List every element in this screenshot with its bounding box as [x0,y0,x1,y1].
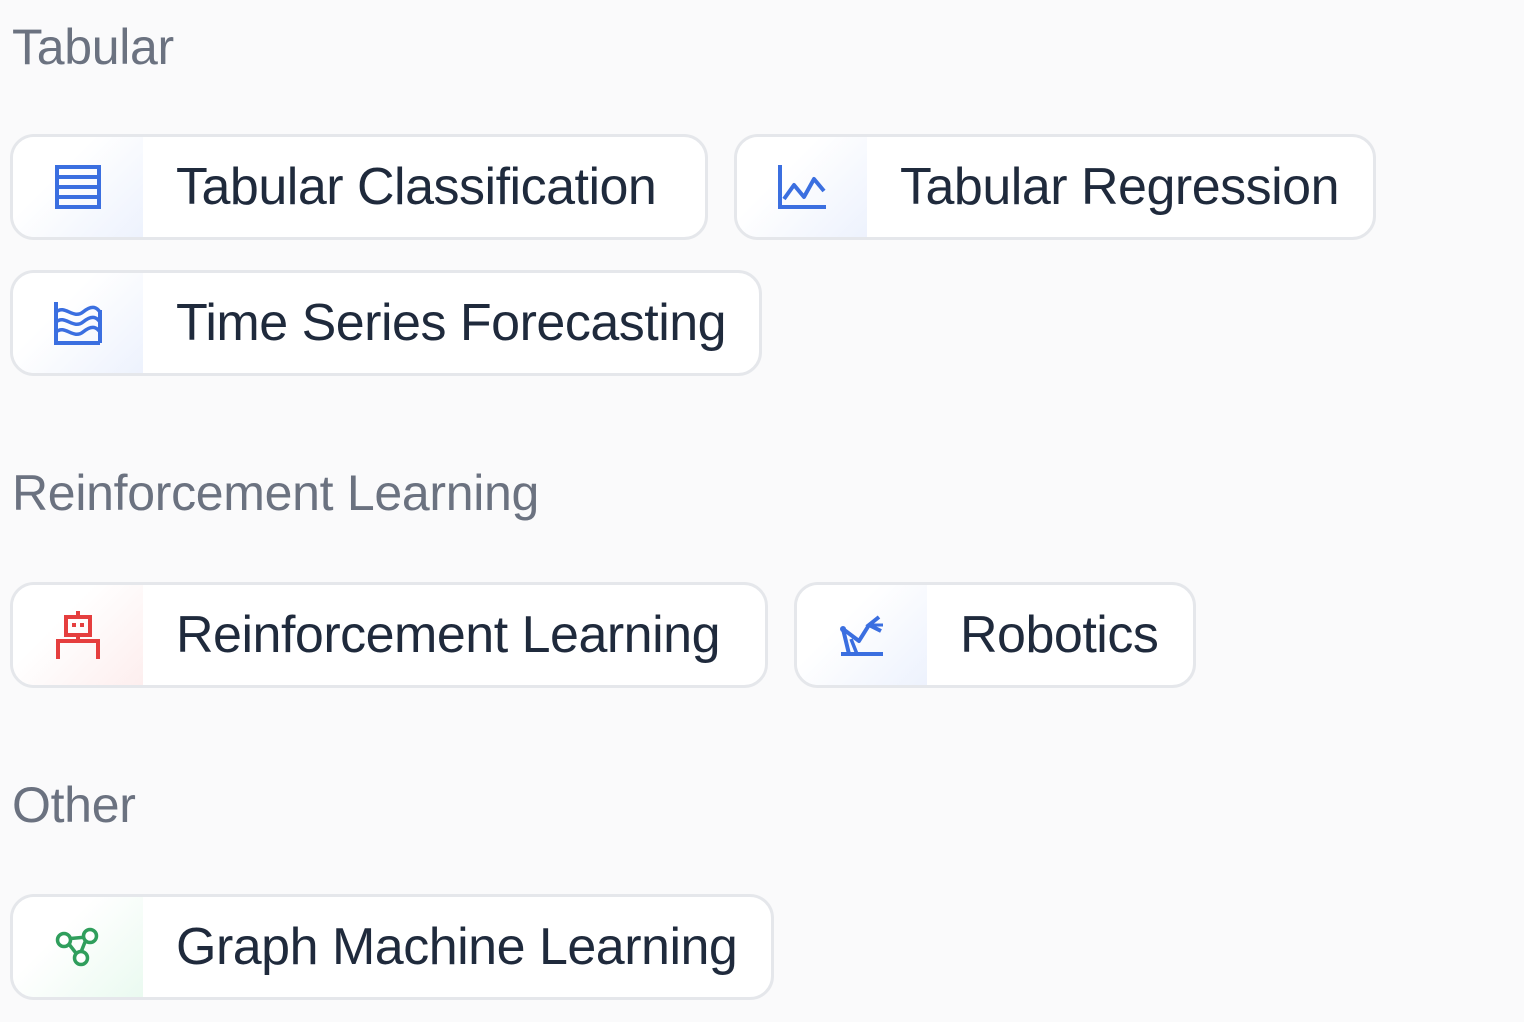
table-icon [13,137,143,237]
waves-icon [13,273,143,373]
task-chip-tabular-classification[interactable]: Tabular Classification [10,134,708,240]
task-chip-reinforcement-learning[interactable]: Reinforcement Learning [10,582,768,688]
task-label: Robotics [960,606,1159,664]
line-chart-icon [737,137,867,237]
section-title-reinforcement-learning: Reinforcement Learning [12,465,540,521]
task-chip-robotics[interactable]: Robotics [794,582,1196,688]
task-chip-tabular-regression[interactable]: Tabular Regression [734,134,1376,240]
task-label: Tabular Regression [900,158,1340,216]
task-label: Reinforcement Learning [176,606,721,664]
section-title-tabular: Tabular [12,19,174,75]
graph-nodes-icon [13,897,143,997]
task-chip-graph-machine-learning[interactable]: Graph Machine Learning [10,894,774,1000]
task-label: Time Series Forecasting [176,294,727,352]
task-label: Tabular Classification [176,158,657,216]
robotic-arm-icon [797,585,927,685]
task-catalog: Tabular Tabular Classification Tabular R… [0,0,1524,1022]
task-chip-time-series-forecasting[interactable]: Time Series Forecasting [10,270,762,376]
robot-icon [13,585,143,685]
task-label: Graph Machine Learning [176,918,738,976]
section-title-other: Other [12,777,136,833]
